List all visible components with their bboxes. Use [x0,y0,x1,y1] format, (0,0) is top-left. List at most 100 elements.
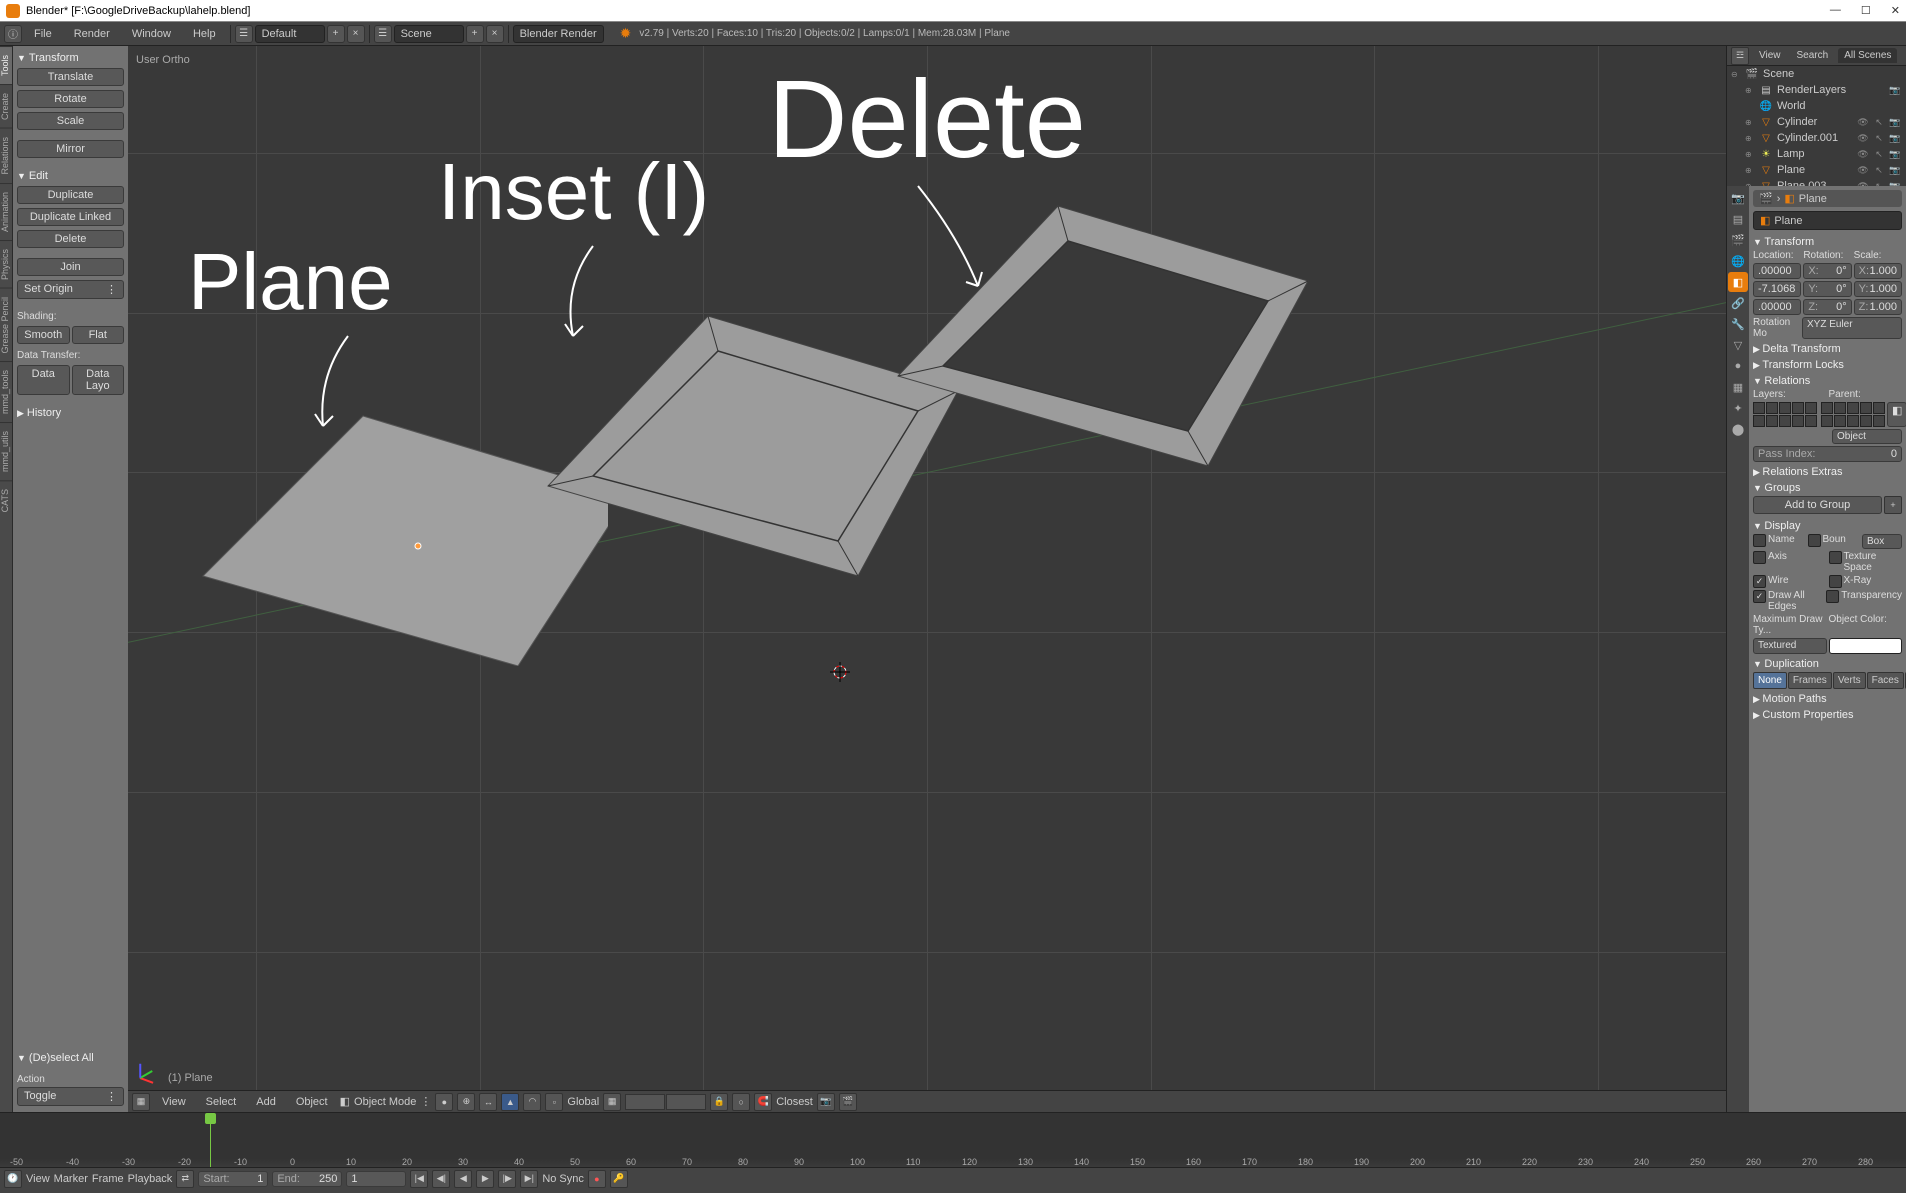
display-xray-checkbox[interactable] [1829,575,1842,588]
eye-icon[interactable]: 👁 [1856,147,1870,161]
orientation-dropdown[interactable]: Global [567,1096,599,1108]
cursor-icon[interactable]: ↖ [1872,147,1886,161]
rotmode-dropdown[interactable]: XYZ Euler [1802,317,1902,339]
outliner-editor-icon[interactable]: ☲ [1731,47,1749,65]
render-toggle-icon[interactable]: 📷 [1888,83,1902,97]
screen-browse-icon[interactable]: ☰ [235,25,253,43]
layer-grid-icon[interactable]: ▦ [603,1093,621,1111]
eye-icon[interactable]: 👁 [1856,131,1870,145]
3d-viewport[interactable]: User Ortho Plane Inset (I) Delete [128,46,1726,1112]
eye-icon[interactable]: 👁 [1856,179,1870,186]
range-toggle-icon[interactable]: ⇄ [176,1170,194,1188]
loc-y-field[interactable]: -7.1068 [1753,281,1801,297]
prop-tab-modifiers[interactable]: 🔧 [1728,314,1748,334]
render-engine-dropdown[interactable]: Blender Render [513,25,604,43]
current-frame-field[interactable]: 1 [346,1171,406,1187]
dup-verts-tab[interactable]: Verts [1833,672,1866,689]
maxdraw-dropdown[interactable]: Textured [1753,638,1827,654]
rot-z-field[interactable]: Z:0° [1803,299,1851,315]
menu-window[interactable]: Window [122,26,181,42]
manip-translate-icon[interactable]: ▲ [501,1093,519,1111]
render-icon[interactable]: 📷 [1888,115,1902,129]
panel-transform-header[interactable]: Transform [17,50,124,66]
prop-delta-header[interactable]: Delta Transform [1753,341,1902,357]
add-layout-button[interactable]: + [327,25,345,43]
prop-transform-header[interactable]: Transform [1753,234,1902,250]
snap-target-dropdown[interactable]: Closest [776,1096,813,1108]
dup-faces-tab[interactable]: Faces [1867,672,1904,689]
dup-frames-tab[interactable]: Frames [1788,672,1832,689]
minimize-button[interactable]: — [1830,4,1841,17]
outliner-tab-search[interactable]: Search [1791,48,1835,63]
display-axis-checkbox[interactable] [1753,551,1766,564]
outliner-tab-all[interactable]: All Scenes [1838,48,1897,63]
tl-menu-playback[interactable]: Playback [128,1173,173,1185]
delete-button[interactable]: Delete [17,230,124,248]
bounds-type-dropdown[interactable]: Box [1862,534,1902,549]
timeline-cursor[interactable] [210,1113,211,1167]
outliner-scene[interactable]: Scene [1763,68,1902,80]
vp-menu-select[interactable]: Select [198,1094,245,1110]
info-editor-icon[interactable]: ⓘ [4,25,22,43]
lock-layers-icon[interactable]: 🔒 [710,1093,728,1111]
display-drawall-checkbox[interactable] [1753,590,1766,603]
scl-x-field[interactable]: X:1.000 [1854,263,1902,279]
outliner-item[interactable]: Plane [1777,164,1852,176]
outliner-item[interactable]: Cylinder.001 [1777,132,1852,144]
manip-scale-icon[interactable]: ▫ [545,1093,563,1111]
snap-magnet-icon[interactable]: 🧲 [754,1093,772,1111]
jump-start-icon[interactable]: |◀ [410,1170,428,1188]
join-button[interactable]: Join [17,258,124,276]
tl-menu-view[interactable]: View [26,1173,50,1185]
dup-none-tab[interactable]: None [1753,672,1787,689]
pivot-icon[interactable]: ⊕ [457,1093,475,1111]
outliner-item[interactable]: Lamp [1777,148,1852,160]
object-name-field[interactable]: ◧Plane [1753,211,1902,230]
display-name-checkbox[interactable] [1753,534,1766,547]
data-button[interactable]: Data [17,365,70,395]
render-anim-icon[interactable]: 🎬 [839,1093,857,1111]
panel-edit-header[interactable]: Edit [17,168,124,184]
data-layout-button[interactable]: Data Layo [72,365,125,395]
scene-field[interactable]: Scene [394,25,464,43]
render-icon[interactable]: 📷 [1888,147,1902,161]
outliner[interactable]: ⊖🎬Scene ⊕▤RenderLayers📷 🌐World ⊕▽Cylinde… [1727,66,1906,186]
render-preview-icon[interactable]: 📷 [817,1093,835,1111]
add-group-plus-button[interactable]: + [1884,496,1902,514]
shade-smooth-button[interactable]: Smooth [17,326,70,344]
object-color-field[interactable] [1829,638,1902,654]
screen-layout-field[interactable]: Default [255,25,325,43]
passindex-field[interactable]: Pass Index:0 [1753,446,1902,462]
vp-menu-object[interactable]: Object [288,1094,336,1110]
display-wire-checkbox[interactable] [1753,575,1766,588]
remove-scene-button[interactable]: × [486,25,504,43]
duplicate-button[interactable]: Duplicate [17,186,124,204]
vtab-grease-pencil[interactable]: Grease Pencil [0,288,12,362]
end-frame-field[interactable]: End:250 [272,1171,342,1187]
prop-tab-scene[interactable]: 🎬 [1728,230,1748,250]
loc-x-field[interactable]: .00000 [1753,263,1801,279]
display-texspace-checkbox[interactable] [1829,551,1842,564]
keying-set-icon[interactable]: 🔑 [610,1170,628,1188]
rot-x-field[interactable]: X:0° [1803,263,1851,279]
shade-flat-button[interactable]: Flat [72,326,125,344]
prop-tab-renderlayers[interactable]: ▤ [1728,209,1748,229]
scl-z-field[interactable]: Z:1.000 [1854,299,1902,315]
parent-type-dropdown[interactable]: Object [1832,429,1902,444]
menu-help[interactable]: Help [183,26,226,42]
shading-sphere-icon[interactable]: ● [435,1093,453,1111]
prop-tab-data[interactable]: ▽ [1728,335,1748,355]
sync-dropdown[interactable]: No Sync [542,1173,584,1185]
outliner-item[interactable]: Cylinder [1777,116,1852,128]
prop-tab-render[interactable]: 📷 [1728,188,1748,208]
vtab-mmd-tools[interactable]: mmd_tools [0,361,12,422]
cursor-icon[interactable]: ↖ [1872,179,1886,186]
panel-history-header[interactable]: History [17,405,124,421]
prop-motion-header[interactable]: Motion Paths [1753,691,1902,707]
display-transp-checkbox[interactable] [1826,590,1839,603]
vtab-tools[interactable]: Tools [0,46,12,84]
loc-z-field[interactable]: .00000 [1753,299,1801,315]
timeline-editor-icon[interactable]: 🕐 [4,1170,22,1188]
outliner-item[interactable]: World [1777,100,1902,112]
prop-custom-header[interactable]: Custom Properties [1753,707,1902,723]
